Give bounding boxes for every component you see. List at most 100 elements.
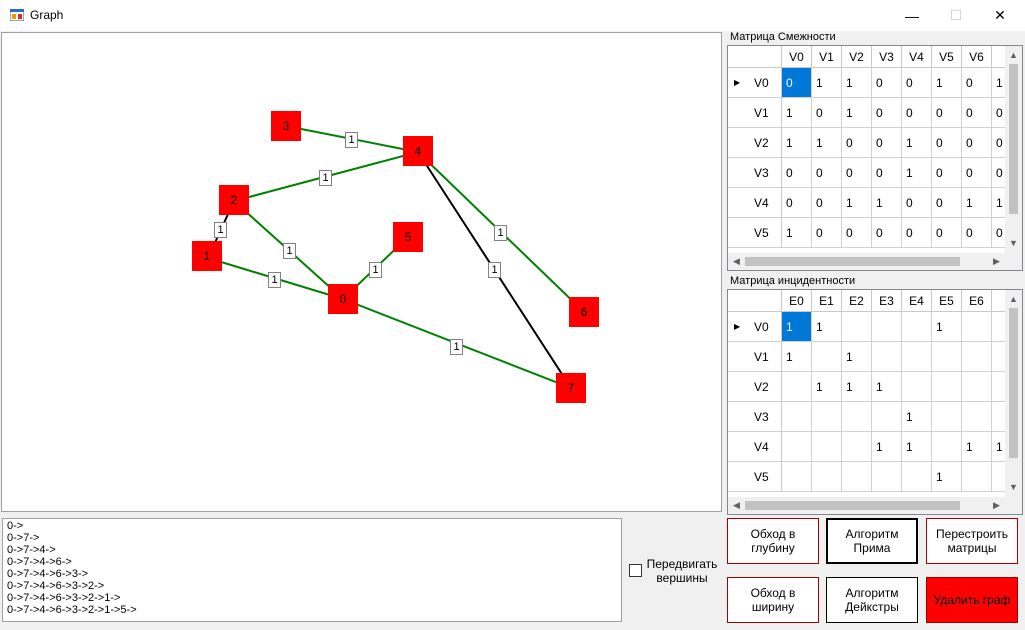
matrix-cell[interactable]: 0: [962, 158, 992, 188]
matrix-cell[interactable]: [902, 462, 932, 492]
matrix-cell[interactable]: [782, 372, 812, 402]
matrix-cell[interactable]: 1: [872, 432, 902, 462]
column-header-e3[interactable]: E3: [872, 290, 902, 312]
adjacency-matrix-grid[interactable]: V0 V1 V2 V3 V4 V5 V6 ▶ V0 0 1 1 0 0 1 0 1 V1 1 0 1 0 0 0 0 0 V2 1 1 0…: [727, 45, 1023, 271]
row-header-v1[interactable]: V1: [728, 98, 782, 128]
grid-corner-header[interactable]: [728, 46, 782, 68]
dijkstra-button[interactable]: Алгоритм Дейкстры: [826, 577, 918, 623]
matrix-cell[interactable]: 1: [962, 432, 992, 462]
incidence-matrix-grid[interactable]: E0 E1 E2 E3 E4 E5 E6 ▶ V0 1 1 1 V1 1 1 V2 1 1 1 V3 1 V4 1 1 1 1 V5…: [727, 289, 1023, 515]
vertex-4[interactable]: 4: [403, 136, 433, 166]
matrix-cell[interactable]: 0: [962, 98, 992, 128]
vertex-5[interactable]: 5: [393, 222, 423, 252]
matrix-cell[interactable]: 1: [842, 342, 872, 372]
horizontal-scrollbar[interactable]: ◀ ▶: [728, 253, 1022, 270]
column-header-v1[interactable]: V1: [812, 46, 842, 68]
matrix-cell[interactable]: 0: [932, 158, 962, 188]
matrix-cell[interactable]: [842, 462, 872, 492]
scroll-up-icon[interactable]: ▲: [1005, 50, 1022, 60]
matrix-cell[interactable]: [872, 312, 902, 342]
matrix-cell[interactable]: [812, 402, 842, 432]
row-header-v5[interactable]: V5: [728, 462, 782, 492]
column-header-e6[interactable]: E6: [962, 290, 992, 312]
matrix-cell[interactable]: 0: [872, 158, 902, 188]
matrix-cell[interactable]: 1: [782, 218, 812, 248]
matrix-cell[interactable]: 1: [782, 98, 812, 128]
matrix-cell[interactable]: [812, 342, 842, 372]
matrix-cell[interactable]: 1: [932, 68, 962, 98]
move-vertices-label[interactable]: Передвигать вершины: [646, 557, 718, 585]
matrix-cell[interactable]: 0: [872, 218, 902, 248]
traversal-output[interactable]: 0-> 0->7-> 0->7->4-> 0->7->4->6-> 0->7->4->6…: [2, 518, 622, 622]
matrix-cell[interactable]: [962, 372, 992, 402]
row-header-v3[interactable]: V3: [728, 158, 782, 188]
matrix-cell[interactable]: 1: [812, 68, 842, 98]
matrix-cell[interactable]: [932, 432, 962, 462]
minimize-button[interactable]: —: [889, 0, 935, 31]
matrix-cell[interactable]: 0: [842, 158, 872, 188]
matrix-cell[interactable]: 1: [902, 158, 932, 188]
bfs-button[interactable]: Обход в ширину: [727, 577, 819, 623]
row-header-v3[interactable]: V3: [728, 402, 782, 432]
scroll-right-icon[interactable]: ▶: [988, 500, 1005, 511]
column-header-e0[interactable]: E0: [782, 290, 812, 312]
scroll-thumb[interactable]: [1009, 64, 1018, 214]
column-header-v3[interactable]: V3: [872, 46, 902, 68]
matrix-cell[interactable]: 0: [962, 68, 992, 98]
matrix-cell[interactable]: 0: [932, 218, 962, 248]
vertical-scrollbar[interactable]: ▲ ▼: [1005, 46, 1022, 253]
row-header-v0[interactable]: ▶ V0: [728, 68, 782, 98]
matrix-cell[interactable]: 0: [962, 218, 992, 248]
matrix-cell[interactable]: 1: [782, 312, 812, 342]
dfs-button[interactable]: Обход в глубину: [727, 518, 819, 564]
scroll-down-icon[interactable]: ▼: [1005, 238, 1022, 248]
matrix-cell[interactable]: [902, 312, 932, 342]
graph-canvas[interactable]: 1 1 1 1 1 1 1 1 1 0 1 2 3 4 5 6 7: [1, 32, 722, 512]
matrix-cell[interactable]: 0: [872, 68, 902, 98]
matrix-cell[interactable]: 0: [962, 128, 992, 158]
matrix-cell[interactable]: [962, 462, 992, 492]
matrix-cell[interactable]: 1: [932, 462, 962, 492]
matrix-cell[interactable]: 0: [782, 188, 812, 218]
vertex-7[interactable]: 7: [556, 373, 586, 403]
matrix-cell[interactable]: 0: [812, 158, 842, 188]
matrix-cell[interactable]: 0: [842, 218, 872, 248]
matrix-cell[interactable]: 0: [902, 68, 932, 98]
matrix-cell[interactable]: [872, 342, 902, 372]
prim-button[interactable]: Алгоритм Прима: [826, 518, 918, 564]
horizontal-scrollbar[interactable]: ◀ ▶: [728, 497, 1022, 514]
matrix-cell[interactable]: 1: [902, 402, 932, 432]
matrix-cell[interactable]: [932, 402, 962, 432]
scroll-up-icon[interactable]: ▲: [1005, 294, 1022, 304]
scroll-left-icon[interactable]: ◀: [728, 256, 745, 267]
matrix-cell[interactable]: [872, 402, 902, 432]
matrix-cell[interactable]: 0: [932, 128, 962, 158]
scroll-right-icon[interactable]: ▶: [988, 256, 1005, 267]
matrix-cell[interactable]: [962, 402, 992, 432]
matrix-cell[interactable]: 1: [782, 342, 812, 372]
scroll-thumb[interactable]: [1009, 308, 1018, 458]
delete-graph-button[interactable]: Удалить граф: [926, 577, 1018, 623]
row-header-v2[interactable]: V2: [728, 128, 782, 158]
matrix-cell[interactable]: 0: [842, 128, 872, 158]
matrix-cell[interactable]: 1: [842, 372, 872, 402]
column-header-v6[interactable]: V6: [962, 46, 992, 68]
matrix-cell[interactable]: 0: [932, 98, 962, 128]
column-header-v0[interactable]: V0: [782, 46, 812, 68]
matrix-cell[interactable]: [812, 432, 842, 462]
vertex-6[interactable]: 6: [569, 297, 599, 327]
matrix-cell[interactable]: [812, 462, 842, 492]
matrix-cell[interactable]: 1: [842, 68, 872, 98]
matrix-cell[interactable]: 1: [842, 98, 872, 128]
vertex-3[interactable]: 3: [271, 111, 301, 141]
maximize-button[interactable]: ☐: [933, 0, 979, 31]
matrix-cell[interactable]: 0: [872, 98, 902, 128]
scroll-thumb[interactable]: [745, 257, 960, 266]
matrix-cell[interactable]: [842, 402, 872, 432]
matrix-cell[interactable]: 1: [872, 372, 902, 402]
scroll-thumb[interactable]: [745, 501, 960, 510]
matrix-cell[interactable]: 0: [812, 98, 842, 128]
matrix-cell[interactable]: 0: [902, 98, 932, 128]
matrix-cell[interactable]: 1: [902, 128, 932, 158]
matrix-cell[interactable]: [872, 462, 902, 492]
